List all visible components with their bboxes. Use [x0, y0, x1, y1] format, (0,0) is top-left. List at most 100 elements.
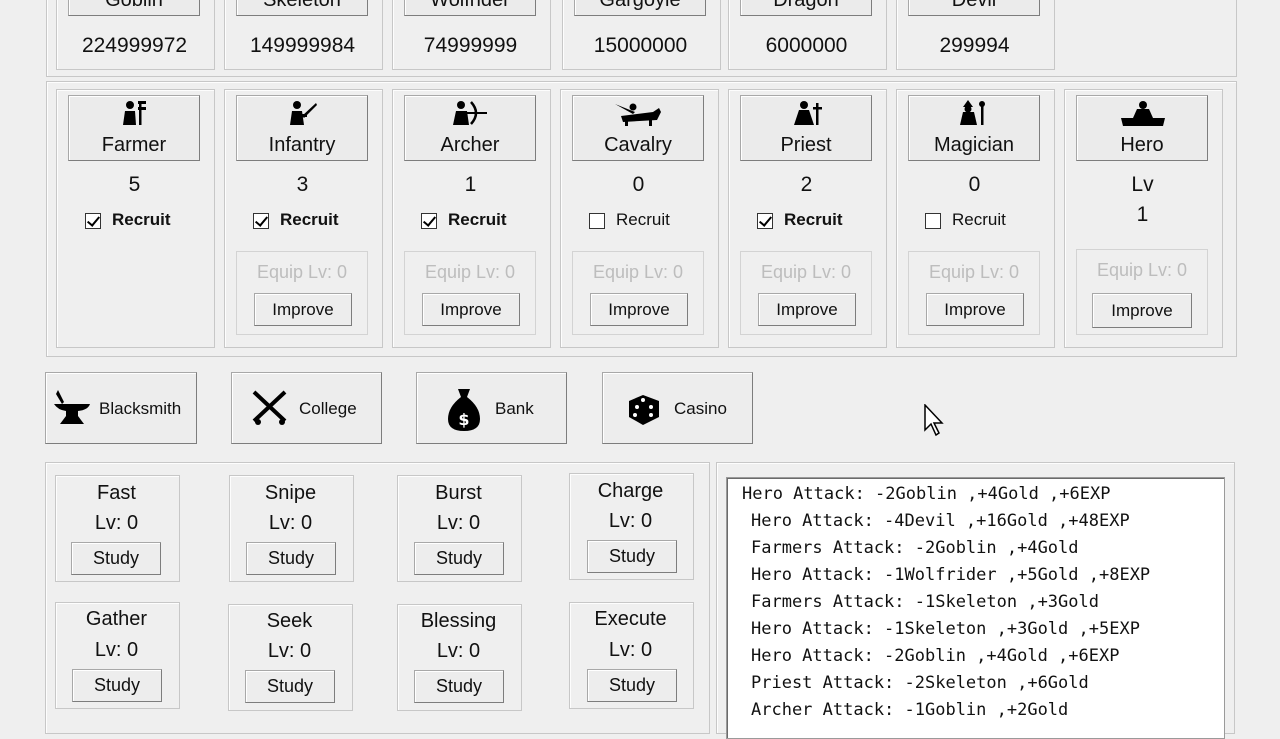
unit-button-infantry[interactable]: Infantry [236, 95, 368, 161]
recruit-label-magician: Recruit [952, 210, 1006, 229]
archer-icon [453, 101, 487, 125]
skill-name-blessing: Blessing [420, 610, 497, 632]
casino-label: Casino [674, 399, 727, 418]
bank-label: Bank [495, 399, 534, 418]
skill-level-gather: Lv: 0 [94, 639, 139, 661]
study-button-execute[interactable]: Study [587, 669, 677, 702]
unit-button-priest[interactable]: Priest [740, 95, 872, 161]
skill-level-blessing: Lv: 0 [436, 640, 481, 662]
anvil-icon [54, 390, 90, 424]
unit-count-priest: 2 [800, 173, 813, 196]
enemy-count-wolfrider: 74999999 [423, 34, 518, 57]
recruit-checkbox-archer[interactable] [421, 213, 437, 229]
improve-button-magician[interactable]: Improve [926, 293, 1024, 326]
magician-icon [960, 100, 985, 125]
enemy-count-goblin: 224999972 [81, 34, 188, 57]
blacksmith-label: Blacksmith [99, 399, 182, 418]
skill-name-seek: Seek [266, 610, 313, 632]
enemy-count-gargoyle: 15000000 [593, 34, 688, 57]
recruit-label-infantry: Recruit [280, 210, 339, 229]
college-button[interactable]: College [231, 372, 382, 444]
unit-button-magician[interactable]: Magician [908, 95, 1040, 161]
log-line: Hero Attack: -2Goblin ,+4Gold ,+6EXP [751, 646, 1120, 666]
log-line: Hero Attack: -4Devil ,+16Gold ,+48EXP [751, 511, 1130, 531]
improve-button-archer[interactable]: Improve [422, 293, 520, 326]
enemy-button-gargoyle[interactable]: Gargoyle [574, 0, 706, 16]
cavalry-icon [615, 103, 661, 126]
priest-icon [794, 101, 822, 125]
enemy-button-wolfrider[interactable]: Wolfrider [404, 0, 536, 16]
skill-level-seek: Lv: 0 [267, 640, 312, 662]
enemy-count-devil: 299994 [939, 34, 1010, 57]
battle-log[interactable]: Hero Attack: -2Goblin ,+4Gold ,+6EXP Her… [726, 477, 1225, 739]
recruit-checkbox-magician[interactable] [925, 213, 941, 229]
log-line: Hero Attack: -1Wolfrider ,+5Gold ,+8EXP [751, 565, 1151, 585]
unit-button-cavalry[interactable]: Cavalry [572, 95, 704, 161]
improve-button-priest[interactable]: Improve [758, 293, 856, 326]
recruit-label-cavalry: Recruit [616, 210, 670, 229]
study-button-gather[interactable]: Study [72, 669, 162, 702]
enemy-count-dragon: 6000000 [765, 34, 848, 57]
study-button-fast[interactable]: Study [71, 542, 161, 575]
skill-name-burst: Burst [435, 482, 482, 504]
skill-level-charge: Lv: 0 [608, 510, 653, 532]
blacksmith-button[interactable]: Blacksmith [45, 372, 197, 444]
skill-name-charge: Charge [597, 480, 664, 502]
unit-count-magician: 0 [968, 173, 981, 196]
skill-name-fast: Fast [97, 482, 136, 504]
recruit-checkbox-cavalry[interactable] [589, 213, 605, 229]
unit-name-archer: Archer [440, 134, 500, 156]
improve-button-hero[interactable]: Improve [1092, 293, 1192, 328]
log-line: Farmers Attack: -2Goblin ,+4Gold [751, 538, 1079, 558]
skill-name-snipe: Snipe [264, 482, 317, 504]
recruit-checkbox-priest[interactable] [757, 213, 773, 229]
enemy-button-goblin[interactable]: Goblin [68, 0, 200, 16]
unit-button-archer[interactable]: Archer [404, 95, 536, 161]
enemy-button-skeleton[interactable]: Skeleton [236, 0, 368, 16]
unit-name-infantry: Infantry [268, 134, 336, 156]
hero-level-label: Lv [1131, 173, 1154, 196]
study-button-seek[interactable]: Study [245, 670, 335, 703]
study-button-charge[interactable]: Study [587, 540, 677, 573]
enemy-button-dragon[interactable]: Dragon [740, 0, 872, 16]
money-bag-icon: $ [448, 389, 480, 431]
dice-icon [629, 395, 659, 425]
study-button-snipe[interactable]: Study [246, 542, 336, 575]
improve-button-cavalry[interactable]: Improve [590, 293, 688, 326]
unit-name-farmer: Farmer [101, 134, 167, 156]
infantry-icon [290, 101, 317, 125]
study-button-burst[interactable]: Study [414, 542, 504, 575]
recruit-label-priest: Recruit [784, 210, 843, 229]
recruit-checkbox-farmer[interactable] [85, 213, 101, 229]
unit-button-hero[interactable]: Hero [1076, 95, 1208, 161]
skill-name-execute: Execute [594, 608, 667, 630]
bank-button[interactable]: $ Bank [416, 372, 567, 444]
skill-level-execute: Lv: 0 [608, 639, 653, 661]
hero-level-value: 1 [1136, 203, 1149, 226]
log-line: Farmers Attack: -1Skeleton ,+3Gold [751, 592, 1099, 612]
log-line: Archer Attack: -1Goblin ,+2Gold [751, 700, 1069, 720]
skill-level-fast: Lv: 0 [94, 512, 139, 534]
log-line: Hero Attack: -1Skeleton ,+3Gold ,+5EXP [751, 619, 1140, 639]
recruit-label-archer: Recruit [448, 210, 507, 229]
casino-button[interactable]: Casino [602, 372, 753, 444]
skill-level-burst: Lv: 0 [436, 512, 481, 534]
svg-text:$: $ [458, 410, 469, 429]
improve-button-infantry[interactable]: Improve [254, 293, 352, 326]
skill-level-snipe: Lv: 0 [268, 512, 313, 534]
study-button-blessing[interactable]: Study [414, 670, 504, 703]
recruit-label-farmer: Recruit [112, 210, 171, 229]
unit-count-infantry: 3 [296, 173, 309, 196]
unit-button-farmer[interactable]: Farmer [68, 95, 200, 161]
unit-name-cavalry: Cavalry [604, 134, 672, 156]
unit-name-priest: Priest [780, 134, 832, 156]
unit-name-magician: Magician [933, 134, 1015, 156]
recruit-checkbox-infantry[interactable] [253, 213, 269, 229]
enemy-button-devil[interactable]: Devil [908, 0, 1040, 16]
unit-count-archer: 1 [464, 173, 477, 196]
crossed-swords-icon [252, 390, 287, 425]
unit-count-farmer: 5 [128, 173, 141, 196]
log-line: Hero Attack: -2Goblin ,+4Gold ,+6EXP [742, 484, 1111, 504]
farmer-icon [123, 101, 146, 125]
log-line: Priest Attack: -2Skeleton ,+6Gold [751, 673, 1089, 693]
